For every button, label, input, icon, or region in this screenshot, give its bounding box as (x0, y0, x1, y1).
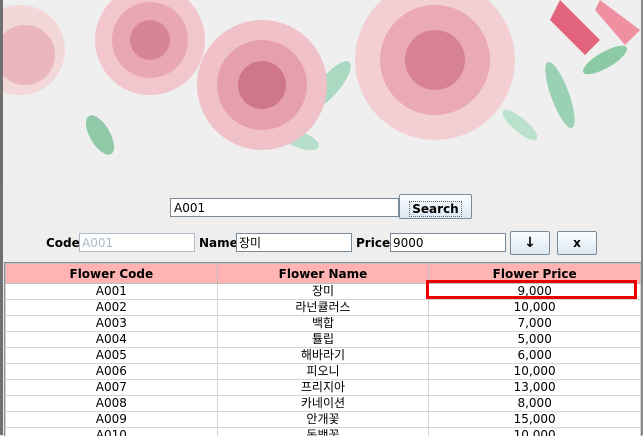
header-flower-code[interactable]: Flower Code (6, 264, 218, 284)
window-border-left (0, 0, 3, 435)
search-button[interactable]: Search (399, 194, 472, 219)
search-input[interactable] (170, 198, 399, 217)
cell-price: 13,000 (429, 380, 641, 396)
price-field[interactable] (390, 233, 506, 252)
cell-price: 6,000 (429, 348, 641, 364)
cell-code: A004 (6, 332, 218, 348)
name-label: Name (199, 236, 238, 250)
table-row[interactable]: A001장미9,000 (6, 284, 641, 300)
cell-code: A005 (6, 348, 218, 364)
table-header-row: Flower Code Flower Name Flower Price (6, 264, 641, 284)
code-field (79, 233, 195, 252)
cell-price: 8,000 (429, 396, 641, 412)
flower-table[interactable]: Flower Code Flower Name Flower Price A00… (4, 262, 642, 436)
cell-price: 9,000 (429, 284, 641, 300)
search-button-label: Search (409, 201, 461, 217)
close-icon: x (573, 236, 581, 250)
cell-code: A007 (6, 380, 218, 396)
table-row[interactable]: A005해바라기6,000 (6, 348, 641, 364)
price-label: Price (356, 236, 390, 250)
cell-price: 7,000 (429, 316, 641, 332)
cell-name: 장미 (217, 284, 429, 300)
cell-price: 10,000 (429, 300, 641, 316)
cell-code: A008 (6, 396, 218, 412)
table-row[interactable]: A004튤립5,000 (6, 332, 641, 348)
code-label: Code (46, 236, 80, 250)
down-arrow-button[interactable]: ↓ (510, 231, 550, 255)
name-field[interactable] (236, 233, 352, 252)
table-row[interactable]: A006피오니10,000 (6, 364, 641, 380)
table-row[interactable]: A002라넌큘러스10,000 (6, 300, 641, 316)
table-row[interactable]: A007프리지아13,000 (6, 380, 641, 396)
header-flower-name[interactable]: Flower Name (217, 264, 429, 284)
cell-code: A006 (6, 364, 218, 380)
cell-name: 튤립 (217, 332, 429, 348)
cell-price: 15,000 (429, 412, 641, 428)
cell-name: 라넌큘러스 (217, 300, 429, 316)
cell-name: 안개꽃 (217, 412, 429, 428)
table-row[interactable]: A003백합7,000 (6, 316, 641, 332)
cell-code: A001 (6, 284, 218, 300)
cell-code: A002 (6, 300, 218, 316)
table-row[interactable]: A009안개꽃15,000 (6, 412, 641, 428)
down-arrow-icon: ↓ (524, 235, 536, 251)
cell-name: 피오니 (217, 364, 429, 380)
table-row[interactable]: A008카네이션8,000 (6, 396, 641, 412)
cell-code: A009 (6, 412, 218, 428)
cell-name: 백합 (217, 316, 429, 332)
clear-button[interactable]: x (557, 231, 597, 255)
header-flower-price[interactable]: Flower Price (429, 264, 641, 284)
cell-name: 카네이션 (217, 396, 429, 412)
cell-name: 해바라기 (217, 348, 429, 364)
cell-name: 프리지아 (217, 380, 429, 396)
cell-price: 10,000 (429, 364, 641, 380)
flower-banner-image (0, 0, 643, 185)
cell-price: 5,000 (429, 332, 641, 348)
cell-code: A003 (6, 316, 218, 332)
